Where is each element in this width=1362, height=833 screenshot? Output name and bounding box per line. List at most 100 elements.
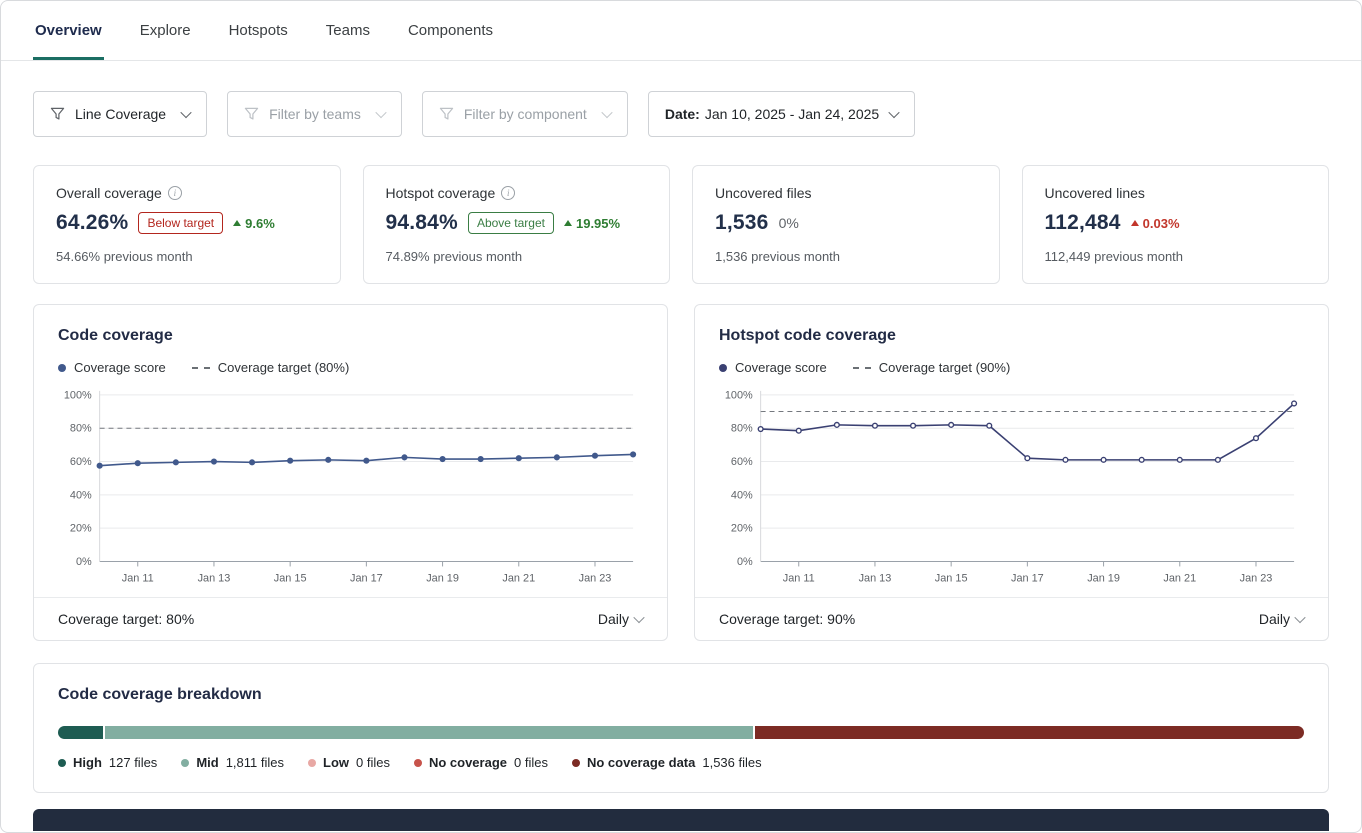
trend-up-icon [233, 220, 241, 226]
stat-card-hotspot-coverage: Hotspot coverage 94.84% Above target 19.… [363, 165, 671, 284]
component-filter-label: Filter by component [464, 106, 587, 122]
stat-label: Uncovered files [715, 185, 812, 201]
chevron-down-icon [601, 107, 612, 118]
legend-score-label: Coverage score [735, 360, 827, 375]
funnel-icon [50, 107, 65, 121]
funnel-icon [439, 107, 454, 121]
svg-text:60%: 60% [70, 456, 92, 468]
date-range-filter[interactable]: Date: Jan 10, 2025 - Jan 24, 2025 [648, 91, 915, 137]
chevron-down-icon [1294, 612, 1305, 623]
svg-text:0%: 0% [737, 556, 753, 568]
tab-components[interactable]: Components [406, 1, 495, 60]
no-coverage-data-dot-icon [572, 759, 580, 767]
svg-text:Jan 13: Jan 13 [859, 572, 892, 584]
legend-item-high: High127 files [58, 755, 157, 770]
chevron-down-icon [375, 107, 386, 118]
breakdown-bar [58, 726, 1304, 739]
date-label: Date: [665, 106, 700, 122]
legend-item-mid: Mid1,811 files [181, 755, 284, 770]
legend-item-no-coverage-data: No coverage data1,536 files [572, 755, 762, 770]
teams-filter[interactable]: Filter by teams [227, 91, 402, 137]
breakdown-segment-mid [105, 726, 752, 739]
svg-text:80%: 80% [731, 423, 753, 435]
chevron-down-icon [633, 612, 644, 623]
stat-secondary-value: 0% [779, 215, 799, 231]
svg-text:100%: 100% [725, 389, 753, 401]
code-coverage-chart: 0%20%40%60%80%100%Jan 11Jan 13Jan 15Jan … [58, 383, 643, 593]
svg-text:Jan 23: Jan 23 [579, 572, 612, 584]
chevron-down-icon [180, 107, 191, 118]
coverage-target-label: Coverage target: 90% [719, 611, 855, 627]
svg-text:Jan 11: Jan 11 [783, 572, 815, 584]
tab-explore[interactable]: Explore [138, 1, 193, 60]
top-tab-bar: Overview Explore Hotspots Teams Componen… [1, 1, 1361, 61]
interval-select[interactable]: Daily [1259, 611, 1304, 627]
charts-row: Code coverage Coverage score Coverage ta… [33, 304, 1329, 641]
stat-label: Overall coverage [56, 185, 162, 201]
svg-text:80%: 80% [70, 423, 92, 435]
hotspot-coverage-chart: 0%20%40%60%80%100%Jan 11Jan 13Jan 15Jan … [719, 383, 1304, 593]
stat-card-overall-coverage: Overall coverage 64.26% Below target 9.6… [33, 165, 341, 284]
trend-indicator: 19.95% [564, 216, 620, 231]
coverage-target-dash-icon [853, 367, 871, 369]
legend-item-low: Low0 files [308, 755, 390, 770]
svg-text:Jan 17: Jan 17 [350, 572, 383, 584]
stat-previous: 1,536 previous month [715, 249, 977, 264]
coverage-breakdown-card: Code coverage breakdown High127 files Mi… [33, 663, 1329, 793]
svg-text:40%: 40% [70, 489, 92, 501]
svg-text:Jan 19: Jan 19 [426, 572, 459, 584]
tab-hotspots[interactable]: Hotspots [227, 1, 290, 60]
teams-filter-label: Filter by teams [269, 106, 361, 122]
component-filter[interactable]: Filter by component [422, 91, 628, 137]
stat-previous: 112,449 previous month [1045, 249, 1307, 264]
svg-text:0%: 0% [76, 556, 92, 568]
trend-indicator: 9.6% [233, 216, 275, 231]
coverage-target-label: Coverage target: 80% [58, 611, 194, 627]
breakdown-title: Code coverage breakdown [58, 686, 1304, 704]
legend-item-no-coverage: No coverage0 files [414, 755, 548, 770]
chart-title: Hotspot code coverage [719, 327, 1304, 345]
bottom-banner [33, 809, 1329, 831]
info-icon[interactable] [501, 186, 515, 200]
stat-previous: 54.66% previous month [56, 249, 318, 264]
svg-text:Jan 23: Jan 23 [1240, 572, 1273, 584]
chevron-down-icon [889, 107, 900, 118]
stats-row: Overall coverage 64.26% Below target 9.6… [33, 165, 1329, 284]
svg-text:20%: 20% [70, 523, 92, 535]
funnel-icon [244, 107, 259, 121]
stat-card-uncovered-lines: Uncovered lines 112,484 0.03% 112,449 pr… [1022, 165, 1330, 284]
filter-row: Line Coverage Filter by teams Filter by … [33, 91, 1329, 137]
stat-value: 64.26% [56, 211, 128, 235]
code-coverage-card: Code coverage Coverage score Coverage ta… [33, 304, 668, 641]
coverage-score-dot-icon [58, 364, 66, 372]
chart-legend: Coverage score Coverage target (80%) [58, 360, 643, 375]
svg-text:Jan 19: Jan 19 [1087, 572, 1120, 584]
low-dot-icon [308, 759, 316, 767]
legend-target-label: Coverage target (80%) [218, 360, 350, 375]
breakdown-segment-no-coverage-data [755, 726, 1304, 739]
hotspot-coverage-card: Hotspot code coverage Coverage score Cov… [694, 304, 1329, 641]
breakdown-legend: High127 files Mid1,811 files Low0 files … [58, 755, 1304, 770]
no-coverage-dot-icon [414, 759, 422, 767]
chart-legend: Coverage score Coverage target (90%) [719, 360, 1304, 375]
legend-score-label: Coverage score [74, 360, 166, 375]
tab-teams[interactable]: Teams [324, 1, 372, 60]
coverage-score-dot-icon [719, 364, 727, 372]
above-target-badge: Above target [468, 212, 554, 234]
info-icon[interactable] [168, 186, 182, 200]
trend-indicator: 0.03% [1131, 216, 1180, 231]
legend-target-label: Coverage target (90%) [879, 360, 1011, 375]
interval-select[interactable]: Daily [598, 611, 643, 627]
coverage-type-filter[interactable]: Line Coverage [33, 91, 207, 137]
stat-card-uncovered-files: Uncovered files 1,536 0% 1,536 previous … [692, 165, 1000, 284]
stat-value: 112,484 [1045, 211, 1121, 235]
stat-label: Hotspot coverage [386, 185, 496, 201]
date-range-value: Jan 10, 2025 - Jan 24, 2025 [705, 106, 879, 122]
breakdown-segment-high [58, 726, 103, 739]
svg-text:40%: 40% [731, 489, 753, 501]
high-dot-icon [58, 759, 66, 767]
tab-overview[interactable]: Overview [33, 1, 104, 60]
svg-text:20%: 20% [731, 523, 753, 535]
stat-label: Uncovered lines [1045, 185, 1145, 201]
svg-text:Jan 17: Jan 17 [1011, 572, 1044, 584]
